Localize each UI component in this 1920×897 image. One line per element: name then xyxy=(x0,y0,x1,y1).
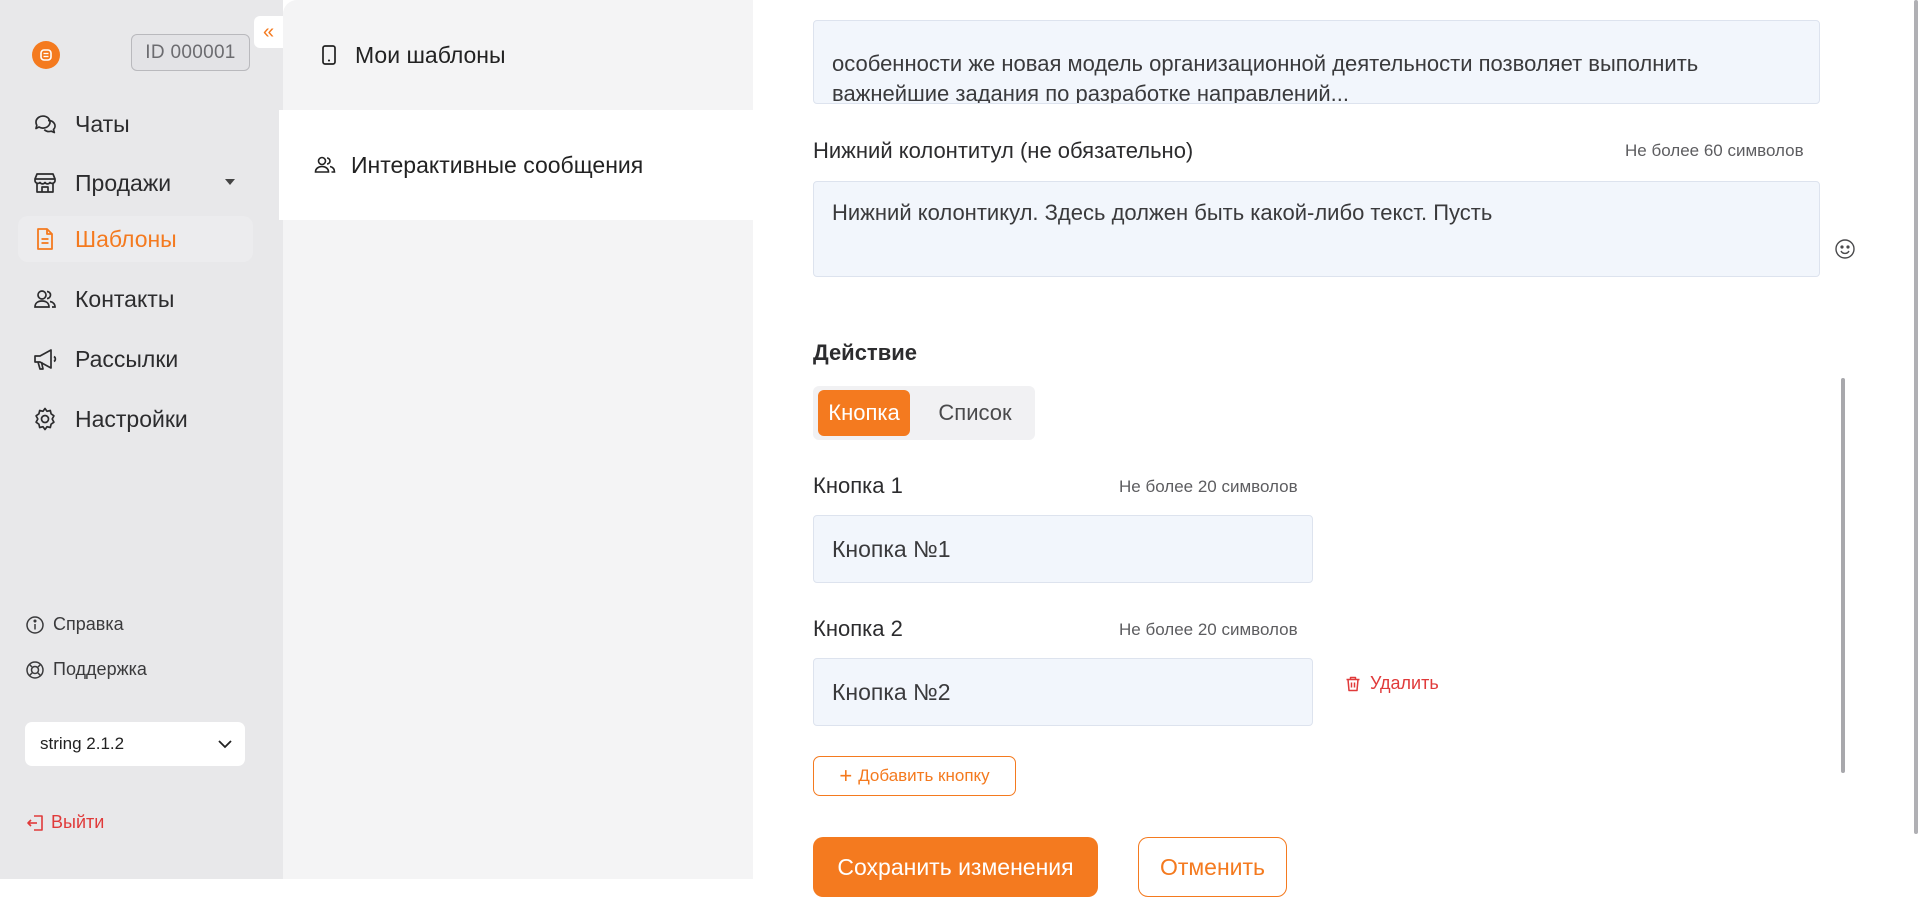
plus-icon: + xyxy=(839,763,853,788)
body-text-line: важнейшие задания по разработке направле… xyxy=(832,81,1349,104)
users-icon xyxy=(32,286,58,312)
help-label: Справка xyxy=(53,614,124,634)
nav-item-templates[interactable]: Шаблоны xyxy=(18,216,253,262)
delete-label: Удалить xyxy=(1370,673,1439,693)
sidebar: ID 000001 « Чаты Продажи Шаблоны Контакт… xyxy=(0,0,283,879)
support-label: Поддержка xyxy=(53,659,147,679)
document-icon xyxy=(32,226,58,252)
logout-label: Выйти xyxy=(51,812,105,832)
trash-icon xyxy=(1346,676,1360,691)
add-button-label: Добавить кнопку xyxy=(858,766,990,785)
nav-label-chats: Чаты xyxy=(75,110,130,137)
delete-button[interactable]: Удалить xyxy=(1344,673,1439,694)
chevron-down-icon xyxy=(218,740,232,749)
help-link[interactable]: Справка xyxy=(25,614,124,635)
page-scrollbar[interactable] xyxy=(1914,0,1918,834)
templates-submenu: Мои шаблоны Интерактивные сообщения xyxy=(279,0,753,879)
button-2-value: Кнопка №2 xyxy=(832,678,951,705)
add-button-button[interactable]: + Добавить кнопку xyxy=(813,756,1016,796)
nav-label-templates: Шаблоны xyxy=(75,225,177,252)
collapse-sidebar-button[interactable]: « xyxy=(254,16,283,48)
footer-field[interactable]: Нижний колонтикул. Здесь должен быть как… xyxy=(813,181,1855,277)
support-link[interactable]: Поддержка xyxy=(25,659,147,680)
emoji-icon[interactable] xyxy=(1834,238,1856,260)
megaphone-icon xyxy=(32,346,58,372)
gear-icon xyxy=(32,406,58,432)
menu-label-my-templates: Мои шаблоны xyxy=(355,41,506,68)
action-heading: Действие xyxy=(813,340,917,365)
logout-link[interactable]: Выйти xyxy=(25,812,104,833)
body-text-content: особенности же новая модель организацион… xyxy=(832,49,1699,104)
nav-label-contacts: Контакты xyxy=(75,285,175,312)
menu-item-my-templates[interactable]: Мои шаблоны xyxy=(283,0,753,110)
menu-label-interactive-messages: Интерактивные сообщения xyxy=(351,151,644,178)
nav-label-mailings: Рассылки xyxy=(75,345,179,372)
lifebuoy-icon xyxy=(26,660,44,679)
button-2-hint: Не более 20 символов xyxy=(1119,620,1298,639)
nav-item-chats[interactable]: Чаты xyxy=(18,101,253,147)
tab-list[interactable]: Список xyxy=(925,390,1025,436)
app-logo[interactable] xyxy=(32,41,60,69)
body-text-line: особенности же новая модель организацион… xyxy=(832,51,1699,76)
nav-item-settings[interactable]: Настройки xyxy=(18,396,253,442)
users-icon xyxy=(314,156,336,173)
caret-down-icon[interactable] xyxy=(225,179,235,185)
version-value: string 2.1.2 xyxy=(40,734,125,753)
info-icon xyxy=(26,615,44,634)
nav-item-mailings[interactable]: Рассылки xyxy=(18,336,253,382)
body-text-field[interactable]: особенности же новая модель организацион… xyxy=(813,20,1820,104)
menu-item-interactive-messages[interactable]: Интерактивные сообщения xyxy=(279,110,753,220)
button-1-hint: Не более 20 символов xyxy=(1119,477,1298,496)
logo-icon xyxy=(40,49,52,61)
chat-icon xyxy=(32,111,58,137)
cancel-button[interactable]: Отменить xyxy=(1138,837,1287,897)
template-form: особенности же новая модель организацион… xyxy=(753,0,1920,897)
footer-hint: Не более 60 символов xyxy=(1625,141,1804,160)
button-1-label: Кнопка 1 xyxy=(813,473,903,498)
button-2-label: Кнопка 2 xyxy=(813,616,903,641)
account-id-badge: ID 000001 xyxy=(131,34,250,71)
form-scrollbar[interactable] xyxy=(1841,378,1845,773)
save-button[interactable]: Сохранить изменения xyxy=(813,837,1098,897)
footer-label: Нижний колонтитул (не обязательно) xyxy=(813,138,1194,163)
nav-item-contacts[interactable]: Контакты xyxy=(18,276,253,322)
button-2-input[interactable]: Кнопка №2 xyxy=(813,658,1313,726)
nav-item-sales[interactable]: Продажи xyxy=(18,160,253,206)
version-select[interactable]: string 2.1.2 xyxy=(25,722,245,766)
logout-icon xyxy=(27,814,43,831)
nav-label-settings: Настройки xyxy=(75,405,188,432)
double-chevron-left-icon: « xyxy=(262,20,275,43)
store-icon xyxy=(32,170,58,196)
nav-label-sales: Продажи xyxy=(75,169,172,196)
button-1-value: Кнопка №1 xyxy=(832,535,951,562)
button-1-input[interactable]: Кнопка №1 xyxy=(813,515,1313,583)
phone-icon xyxy=(322,45,336,65)
footer-field-value: Нижний колонтикул. Здесь должен быть как… xyxy=(832,200,1493,225)
action-type-toggle: Кнопка Список xyxy=(813,386,1035,440)
tab-button[interactable]: Кнопка xyxy=(818,390,910,436)
